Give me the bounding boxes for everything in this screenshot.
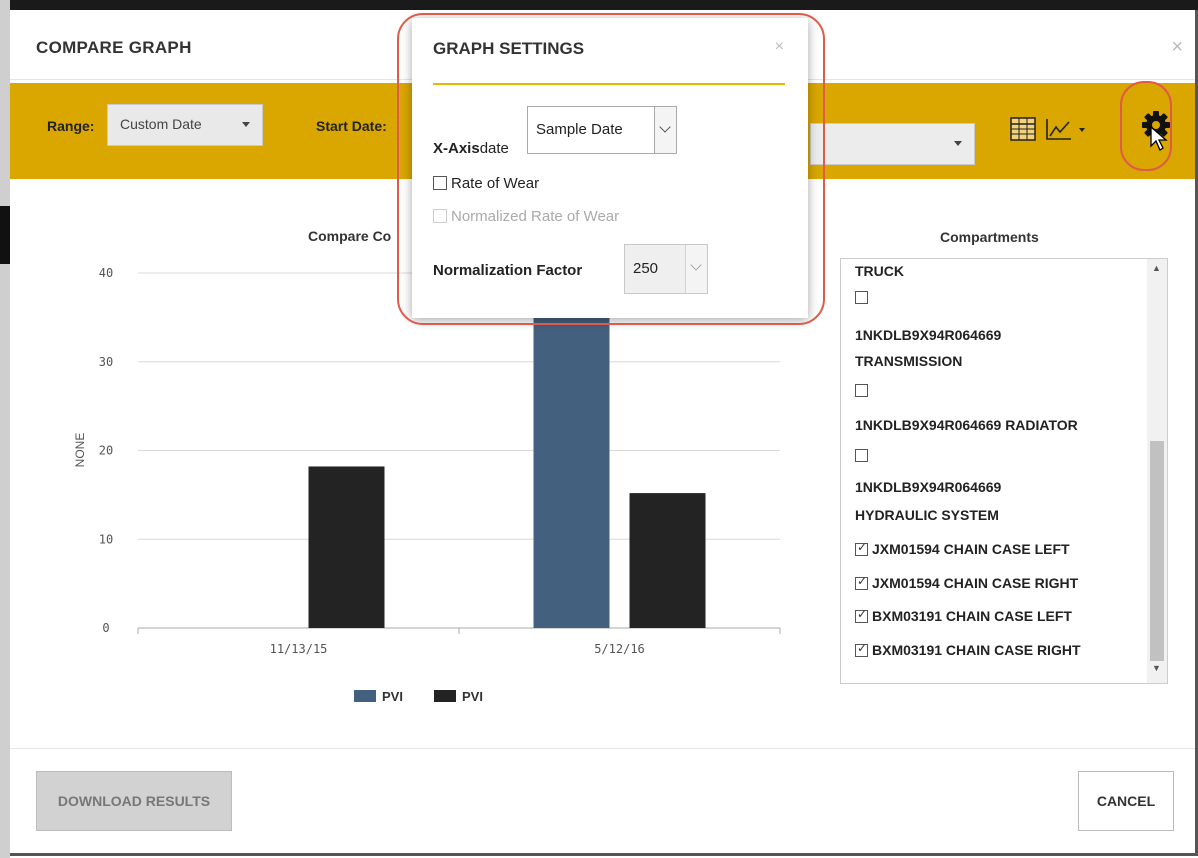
compartment-checkbox[interactable] (855, 574, 868, 590)
footer-divider (10, 748, 1195, 749)
modal-close-icon[interactable]: × (1171, 36, 1183, 59)
cancel-button[interactable]: CANCEL (1078, 771, 1174, 831)
normalized-rate-label: Normalized Rate of Wear (451, 208, 620, 225)
background-app-edge (0, 0, 10, 858)
compartment-item: HYDRAULIC SYSTEM (855, 507, 999, 523)
x-axis-select-toggle[interactable] (654, 107, 676, 153)
chevron-down-icon (659, 121, 671, 133)
compartments-scrollbar[interactable]: ▲ ▼ (1147, 259, 1167, 683)
graph-settings-panel: GRAPH SETTINGS × X-Axisdate Sample Date … (412, 18, 808, 318)
compartment-checkbox[interactable] (855, 291, 868, 304)
line-chart-icon[interactable] (1045, 117, 1089, 146)
compartment-label: TRANSMISSION (855, 353, 963, 369)
scroll-down-icon[interactable]: ▼ (1152, 663, 1161, 673)
background-dark-block (0, 206, 10, 264)
chevron-down-icon (954, 141, 962, 146)
compartments-title: Compartments (940, 229, 1039, 245)
legend-swatch (434, 690, 456, 702)
compartment-item: 1NKDLB9X94R064669 (855, 479, 1001, 495)
graph-settings-title: GRAPH SETTINGS (433, 39, 585, 58)
compartment-item: 1NKDLB9X94R064669 (855, 327, 1001, 343)
mouse-pointer-icon (1150, 125, 1168, 157)
table-icon[interactable] (1010, 117, 1036, 146)
y-tick-label: 10 (99, 532, 113, 546)
chart-title: Compare Co (308, 228, 391, 244)
compartment-item[interactable]: BXM03191 CHAIN CASE LEFT (855, 607, 1072, 624)
compartment-label: 1NKDLB9X94R064669 (855, 327, 1002, 343)
normalized-rate-option: Normalized Rate of Wear (433, 208, 619, 225)
compartment-item: TRANSMISSION (855, 353, 962, 369)
compartments-list[interactable]: TRUCK 1NKDLB9X94R064669 TRANSMISSION 1NKDLB… (840, 258, 1168, 684)
y-tick-label: 40 (99, 266, 113, 280)
y-tick-label: 0 (102, 621, 109, 635)
compartment-item: TRUCK (855, 263, 904, 279)
compartment-checkbox[interactable] (855, 540, 868, 556)
normalized-rate-checkbox (433, 209, 447, 223)
start-date-label: Start Date: (316, 118, 387, 134)
x-axis-select[interactable]: Sample Date (527, 106, 677, 154)
compartment-label: JXM01594 CHAIN CASE RIGHT (872, 575, 1079, 591)
download-results-button[interactable]: DOWNLOAD RESULTS (36, 771, 232, 831)
normalization-factor-label: Normalization Factor (433, 262, 583, 279)
normalization-factor-toggle (685, 245, 707, 293)
compartment-label: 1NKDLB9X94R064669 RADIATOR (855, 417, 1078, 433)
compartment-label: HYDRAULIC SYSTEM (855, 507, 999, 523)
compartment-checkbox[interactable] (855, 449, 868, 462)
compartment-label: TRUCK (855, 263, 904, 279)
scroll-up-icon[interactable]: ▲ (1152, 263, 1161, 273)
rate-of-wear-label: Rate of Wear (451, 175, 540, 192)
bar (629, 493, 706, 628)
compartment-item[interactable]: JXM01594 CHAIN CASE RIGHT (855, 574, 1079, 591)
compartment-checkbox[interactable] (855, 384, 868, 397)
normalization-factor-select: 250 (624, 244, 708, 294)
x-tick-label: 5/12/16 (594, 642, 645, 656)
compartment-label: 1NKDLB9X94R064669 (855, 479, 1002, 495)
bar (533, 317, 610, 628)
x-axis-select-value: Sample Date (536, 121, 623, 138)
compartment-label: JXM01594 CHAIN CASE LEFT (872, 541, 1070, 557)
range-select-value: Custom Date (120, 116, 202, 132)
compartment-item[interactable] (855, 289, 872, 305)
close-icon[interactable]: × (775, 38, 784, 56)
scrollbar-thumb[interactable] (1150, 441, 1164, 661)
normalization-factor-value: 250 (633, 260, 659, 277)
chart-y-axis-label: NONE (73, 433, 87, 468)
compartment-item[interactable]: JXM01594 CHAIN CASE LEFT (855, 540, 1070, 557)
x-axis-label-bold: X-Axis (433, 140, 480, 157)
y-tick-label: 30 (99, 355, 113, 369)
compartment-select[interactable] (810, 123, 975, 165)
bar (308, 466, 385, 628)
chevron-down-icon (690, 259, 702, 271)
rate-of-wear-option[interactable]: Rate of Wear (433, 175, 539, 192)
x-tick-label: 11/13/15 (270, 642, 328, 656)
y-tick-label: 20 (99, 444, 113, 458)
legend-swatch (354, 690, 376, 702)
compartment-item[interactable]: BXM03191 CHAIN CASE RIGHT (855, 641, 1081, 658)
chevron-down-icon (242, 122, 250, 127)
compartment-item[interactable] (855, 382, 872, 398)
compartment-item: 1NKDLB9X94R064669 RADIATOR (855, 417, 1078, 433)
range-select[interactable]: Custom Date (107, 104, 263, 146)
modal-title: COMPARE GRAPH (36, 38, 192, 57)
legend-label: PVI (382, 689, 403, 704)
title-rule (433, 83, 785, 85)
compartment-item[interactable] (855, 447, 872, 463)
compartment-label: BXM03191 CHAIN CASE RIGHT (872, 642, 1081, 658)
legend-label: PVI (462, 689, 483, 704)
range-label: Range: (47, 118, 95, 134)
rate-of-wear-checkbox[interactable] (433, 176, 447, 190)
compartment-checkbox[interactable] (855, 641, 868, 657)
compartment-label: BXM03191 CHAIN CASE LEFT (872, 608, 1072, 624)
x-axis-label-suffix: date (479, 140, 509, 157)
x-axis-label: X-Axisdate (433, 140, 509, 157)
compartment-checkbox[interactable] (855, 607, 868, 623)
